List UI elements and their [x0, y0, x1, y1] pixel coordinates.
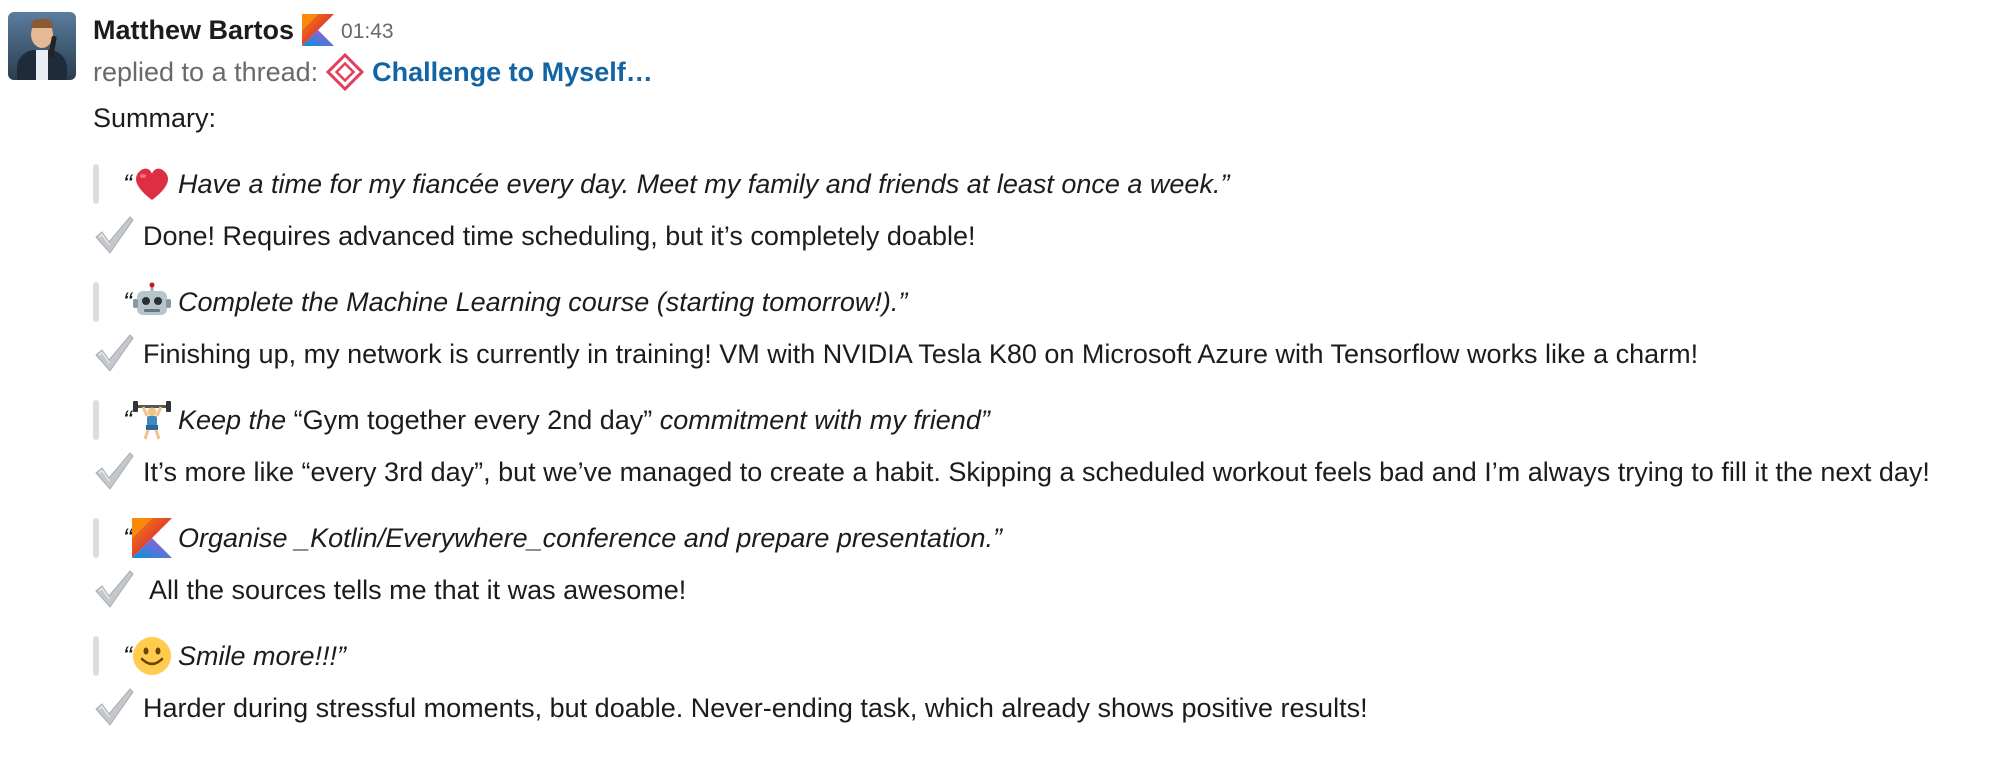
- result-text: Harder during stressful moments, but doa…: [143, 693, 1368, 723]
- thread-title-link[interactable]: Challenge to Myself…: [372, 57, 653, 88]
- goal-text: “Gym together every 2nd day”: [293, 404, 653, 435]
- goal-quote: “ Smile more!!!”: [93, 634, 1993, 678]
- quote-open-mark: “: [123, 286, 132, 317]
- heavy-check-mark-icon: [93, 569, 135, 609]
- quote-bar: [93, 636, 99, 676]
- result-text: Done! Requires advanced time scheduling,…: [143, 221, 976, 251]
- quote-bar: [93, 400, 99, 440]
- kotlin-badge-icon: [302, 14, 335, 46]
- goal-text: commitment with my friend: [652, 404, 981, 435]
- thread-reference: replied to a thread: Challenge to Myself…: [93, 52, 653, 92]
- heart-emoji-icon: [132, 164, 172, 204]
- quote-open-mark: “: [123, 404, 132, 435]
- quote-close-mark: ”: [337, 640, 347, 671]
- goal-result: Done! Requires advanced time scheduling,…: [93, 214, 1993, 258]
- goal-text: Complete the Machine Learning course (st…: [178, 286, 899, 317]
- timestamp[interactable]: 01:43: [341, 16, 394, 44]
- heavy-check-mark-icon: [93, 333, 135, 373]
- goal-result: All the sources tells me that it was awe…: [93, 568, 1993, 612]
- quote-close-mark: ”: [1220, 168, 1230, 199]
- heavy-check-mark-icon: [93, 451, 135, 491]
- goal-quote: “ Have a time for my fiancée every day. M…: [93, 162, 1993, 206]
- goal-result: Finishing up, my network is currently in…: [93, 332, 1993, 376]
- heavy-check-mark-icon: [93, 687, 135, 727]
- message-body: Summary: “ Have a time for my fiancée eve…: [93, 96, 1993, 730]
- quote-close-mark: ”: [898, 286, 908, 317]
- weightlifter-emoji-icon: [132, 400, 172, 440]
- robot-emoji-icon: [132, 282, 172, 322]
- goal-result: It’s more like “every 3rd day”, but we’v…: [93, 450, 1993, 494]
- message-header: Matthew Bartos 01:43: [93, 10, 394, 50]
- quote-bar: [93, 282, 99, 322]
- summary-label: Summary:: [93, 103, 217, 133]
- diamond-logo-icon: [326, 53, 365, 91]
- goal-result: Harder during stressful moments, but doa…: [93, 686, 1993, 730]
- quote-bar: [93, 518, 99, 558]
- avatar[interactable]: [8, 12, 76, 80]
- avatar-figure-shirt: [36, 50, 48, 80]
- goal-text: Keep the: [178, 404, 294, 435]
- message: Matthew Bartos 01:43 replied to a thread…: [0, 0, 2000, 776]
- thread-prefix: replied to a thread:: [93, 56, 319, 87]
- author-name[interactable]: Matthew Bartos: [93, 15, 294, 46]
- avatar-figure-hair: [31, 19, 53, 28]
- result-text: Finishing up, my network is currently in…: [143, 339, 1699, 369]
- quote-open-mark: “: [123, 168, 132, 199]
- quote-close-mark: ”: [993, 522, 1002, 553]
- challenge-list: “ Have a time for my fiancée every day. M…: [93, 162, 1993, 730]
- quote-bar: [93, 164, 99, 204]
- quote-close-mark: ”: [980, 404, 990, 435]
- kotlin-emoji-icon: [132, 518, 172, 558]
- result-text: It’s more like “every 3rd day”, but we’v…: [143, 457, 1930, 487]
- goal-text: Have a time for my fiancée every day. Me…: [178, 168, 1221, 199]
- smile-emoji-icon: [132, 636, 172, 676]
- goal-text: Organise _Kotlin/Everywhere_conference a…: [178, 522, 993, 553]
- goal-text: Smile more!!!: [178, 640, 338, 671]
- quote-open-mark: “: [123, 522, 132, 553]
- result-text: All the sources tells me that it was awe…: [143, 575, 687, 605]
- goal-quote: “ Keep the “Gym together every 2nd day” c…: [93, 398, 1993, 442]
- goal-quote: “ Organise _Kotlin/Everywhere_conference …: [93, 516, 1993, 560]
- goal-quote: “ Complete the Machine Learning course (s…: [93, 280, 1993, 324]
- quote-open-mark: “: [123, 640, 132, 671]
- heavy-check-mark-icon: [93, 215, 135, 255]
